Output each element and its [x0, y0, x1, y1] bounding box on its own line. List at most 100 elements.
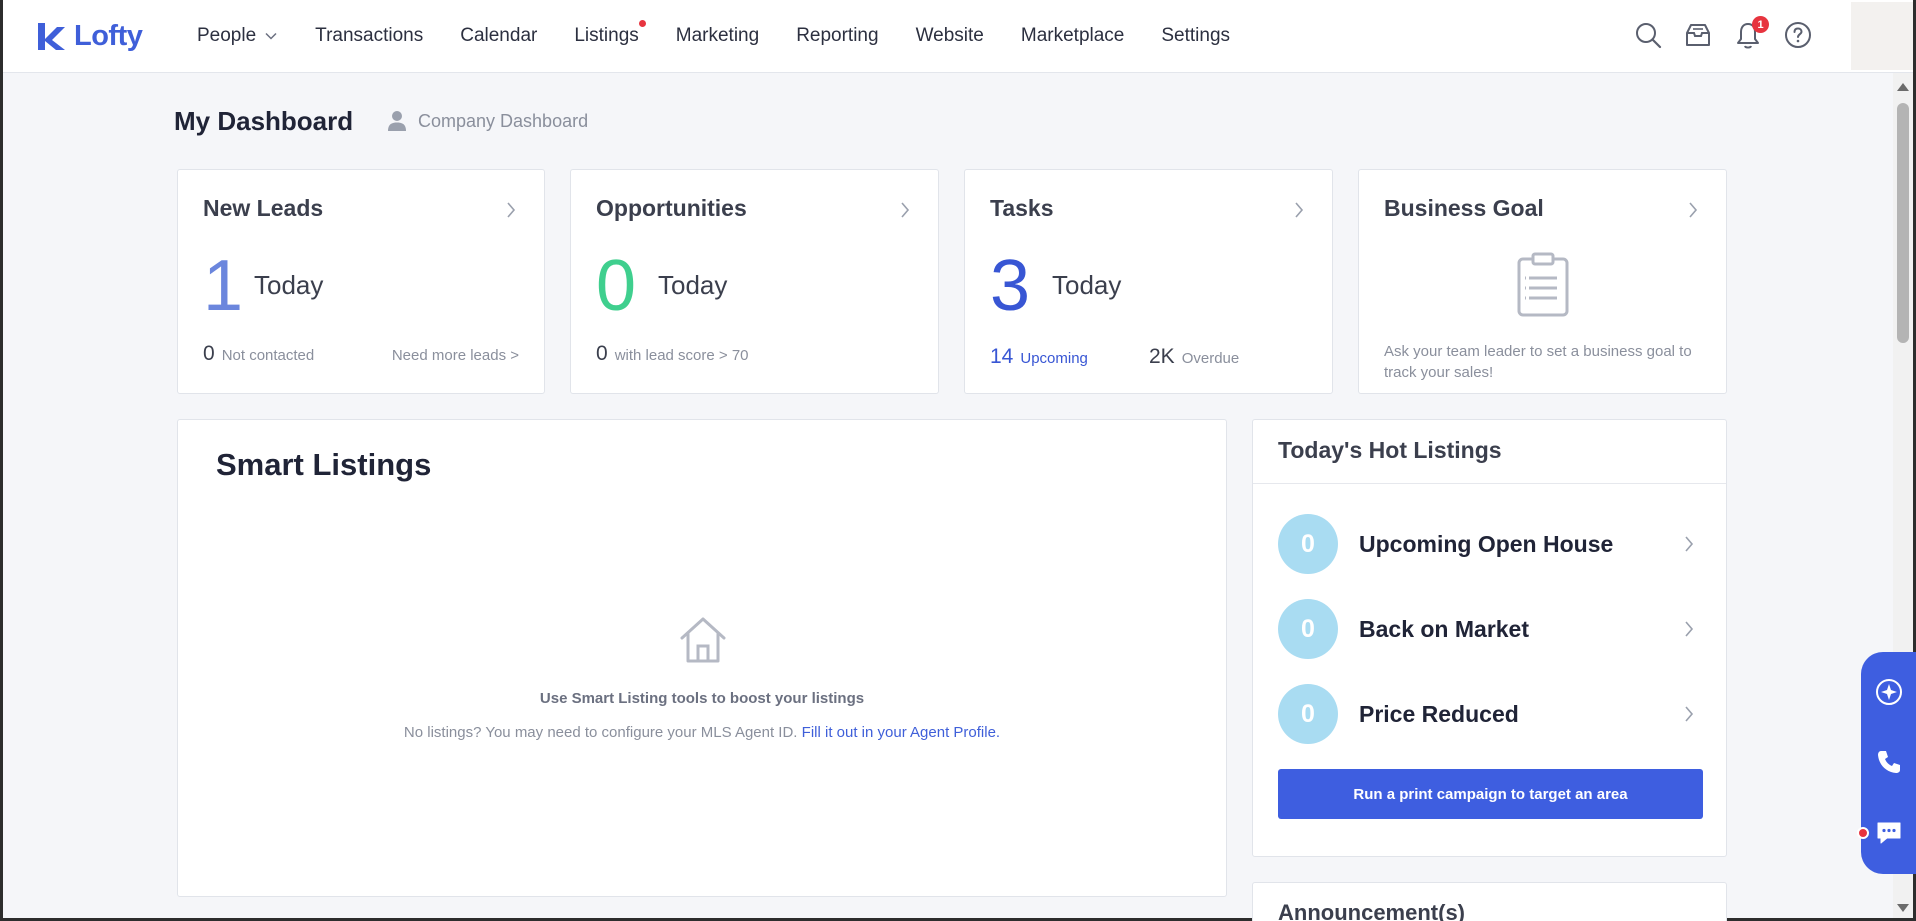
scroll-thumb[interactable] [1897, 103, 1909, 343]
nav-transactions-label: Transactions [315, 25, 424, 46]
overdue-count: 2K [1149, 345, 1175, 368]
avatar[interactable] [1851, 2, 1913, 70]
back-on-market-row[interactable]: 0 Back on Market [1278, 599, 1700, 659]
smart-listings-empty-sub: No listings? You may need to configure y… [178, 724, 1226, 741]
lead-score-count: 0 [596, 342, 608, 365]
tasks-period: Today [1052, 270, 1122, 300]
business-goal-card[interactable]: Business Goal Ask your team leader to se… [1358, 169, 1727, 394]
company-dashboard-link[interactable]: Company Dashboard [387, 110, 588, 132]
chevron-right-icon [1685, 621, 1694, 637]
not-contacted-stat: 0 Not contacted [203, 342, 314, 366]
inbox-icon[interactable] [1683, 20, 1713, 50]
notification-badge: 1 [1752, 16, 1769, 33]
phone-icon[interactable] [1875, 748, 1903, 776]
row-label: Back on Market [1359, 615, 1530, 642]
print-campaign-button[interactable]: Run a print campaign to target an area [1278, 769, 1703, 819]
tasks-card[interactable]: Tasks 3 Today 14 Upcoming 2K Overdue [964, 169, 1333, 394]
agent-profile-link[interactable]: Fill it out in your Agent Profile. [802, 724, 1000, 741]
smart-listings-empty-title: Use Smart Listing tools to boost your li… [539, 690, 865, 707]
floating-support-widget [1857, 652, 1916, 874]
need-more-leads-label: Need more leads > [391, 347, 519, 364]
page-title: My Dashboard [174, 106, 354, 136]
unread-indicator-dot [1857, 827, 1869, 839]
nav-people[interactable]: People [197, 25, 278, 47]
chevron-down-icon [265, 32, 277, 40]
scroll-up-arrow[interactable] [1897, 83, 1909, 91]
tasks-count: 3 [990, 246, 1031, 326]
user-icon [388, 111, 406, 131]
row-label: Price Reduced [1359, 700, 1519, 727]
new-leads-card[interactable]: New Leads 1 Today 0 Not contacted Need m… [177, 169, 545, 394]
nav-marketplace[interactable]: Marketplace [1021, 25, 1125, 47]
overdue-tasks-stat[interactable]: 2K Overdue [1149, 345, 1239, 369]
smart-listings-panel: Smart Listings Use Smart Listing tools t… [177, 419, 1227, 897]
not-contacted-label: Not contacted [221, 347, 315, 364]
business-goal-title: Business Goal [1384, 195, 1544, 221]
nav-listings[interactable]: Listings [574, 20, 646, 47]
announcements-title: Announcement(s) [1278, 900, 1465, 921]
opportunities-period: Today [658, 270, 728, 300]
scroll-down-arrow[interactable] [1897, 904, 1909, 912]
business-goal-message: Ask your team leader to set a business g… [1384, 343, 1692, 381]
tasks-title: Tasks [990, 195, 1054, 221]
main-nav: People Transactions Calendar Listings Ma… [197, 0, 1267, 72]
logo-text: Lofty [74, 19, 143, 52]
count-badge: 0 [1278, 514, 1338, 574]
opportunities-title: Opportunities [596, 195, 747, 221]
nav-marketing-label: Marketing [675, 25, 760, 46]
upcoming-label: Upcoming [1020, 350, 1088, 367]
lofty-logo-icon [38, 23, 65, 50]
mls-agent-id-hint: No listings? You may need to configure y… [403, 724, 798, 741]
price-reduced-row[interactable]: 0 Price Reduced [1278, 684, 1700, 744]
overdue-label: Overdue [1181, 350, 1240, 367]
announcements-panel: Announcement(s) [1252, 882, 1727, 921]
new-leads-count: 1 [203, 246, 244, 326]
nav-marketing[interactable]: Marketing [676, 25, 759, 47]
upcoming-open-house-row[interactable]: 0 Upcoming Open House [1278, 514, 1700, 574]
nav-people-label: People [197, 25, 257, 46]
search-icon[interactable] [1633, 20, 1663, 50]
nav-settings-label: Settings [1161, 25, 1231, 46]
count-badge: 0 [1278, 599, 1338, 659]
nav-transactions[interactable]: Transactions [315, 25, 423, 47]
smart-listings-title: Smart Listings [216, 447, 432, 482]
bell-icon[interactable]: 1 [1733, 16, 1769, 50]
upcoming-tasks-stat[interactable]: 14 Upcoming [990, 345, 1088, 369]
nav-listings-label: Listings [574, 25, 639, 46]
chevron-right-icon [1685, 706, 1694, 722]
chevron-right-icon[interactable] [1292, 200, 1306, 220]
hot-listings-divider [1253, 483, 1726, 484]
top-navigation-bar: Lofty People Transactions Calendar Listi… [3, 0, 1913, 73]
chevron-right-icon[interactable] [1686, 200, 1700, 220]
opportunities-card[interactable]: Opportunities 0 Today 0 with lead score … [570, 169, 939, 394]
nav-website-label: Website [915, 25, 984, 46]
not-contacted-count: 0 [203, 342, 215, 365]
lead-score-stat: 0 with lead score > 70 [596, 342, 749, 366]
hot-listings-panel: Today's Hot Listings 0 Upcoming Open Hou… [1252, 419, 1727, 857]
house-icon [680, 617, 726, 663]
nav-calendar[interactable]: Calendar [460, 25, 537, 47]
top-icons: 1 [1613, 16, 1813, 50]
nav-settings[interactable]: Settings [1161, 25, 1230, 47]
new-leads-title: New Leads [203, 195, 324, 221]
nav-website[interactable]: Website [916, 25, 984, 47]
new-indicator-dot [638, 20, 646, 27]
assistant-icon[interactable] [1875, 678, 1903, 706]
clipboard-icon [1517, 252, 1569, 317]
opportunities-count: 0 [596, 246, 637, 326]
lofty-logo[interactable]: Lofty [35, 18, 143, 54]
nav-reporting-label: Reporting [796, 25, 879, 46]
nav-reporting[interactable]: Reporting [796, 25, 878, 47]
hot-listings-title: Today's Hot Listings [1278, 437, 1502, 463]
need-more-leads-link[interactable]: Need more leads > [392, 347, 519, 364]
count-badge: 0 [1278, 684, 1338, 744]
help-icon[interactable] [1783, 20, 1813, 50]
chevron-right-icon[interactable] [898, 200, 912, 220]
chat-icon[interactable] [1875, 818, 1903, 846]
chevron-right-icon[interactable] [504, 200, 518, 220]
nav-calendar-label: Calendar [460, 25, 538, 46]
chevron-right-icon [1685, 536, 1694, 552]
nav-marketplace-label: Marketplace [1020, 25, 1125, 46]
new-leads-period: Today [254, 270, 324, 300]
upcoming-count: 14 [990, 345, 1014, 368]
